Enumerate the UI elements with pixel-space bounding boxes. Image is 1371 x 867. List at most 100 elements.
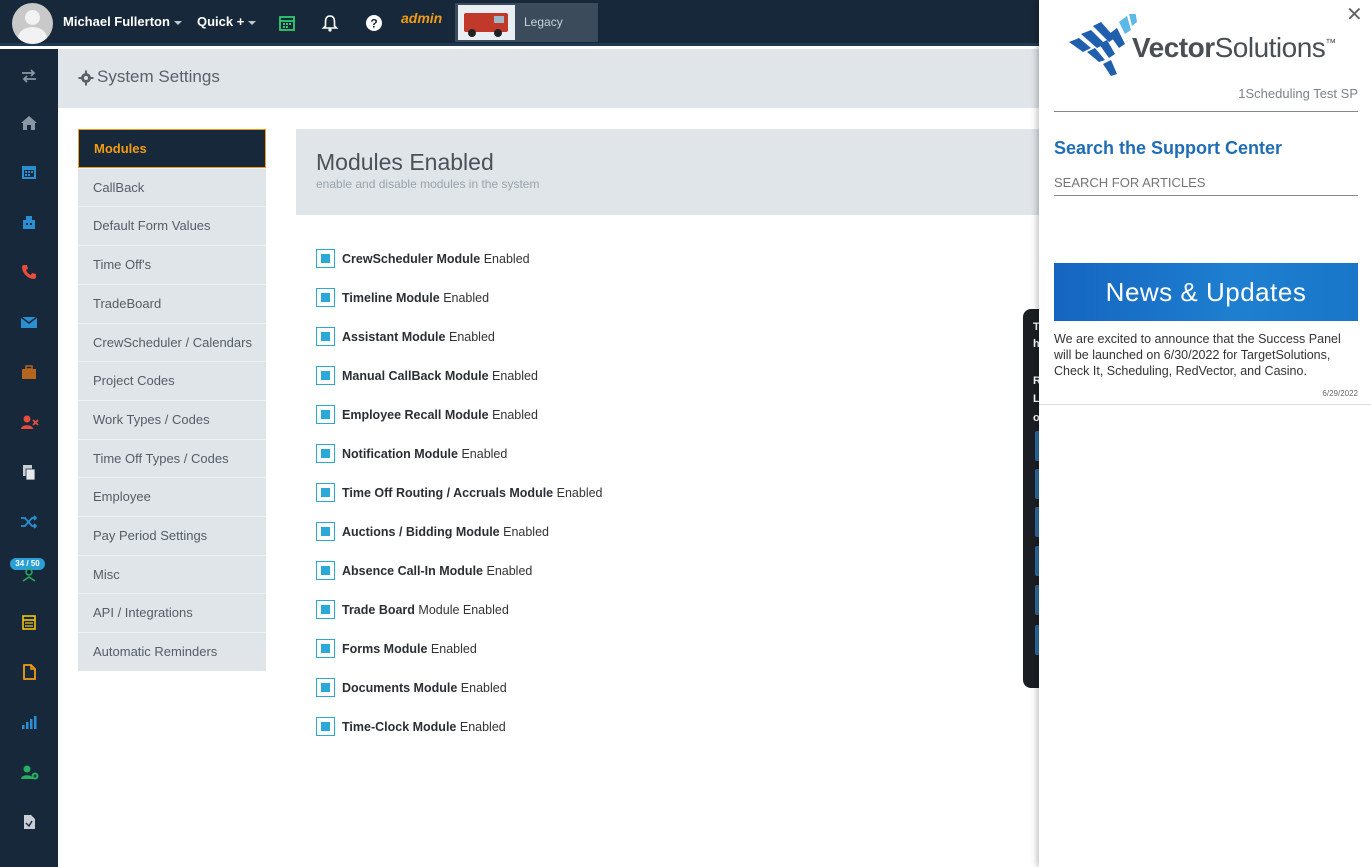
envelope-icon[interactable]: [18, 311, 40, 333]
schedule-icon[interactable]: [18, 611, 40, 633]
quick-add-menu[interactable]: Quick +: [197, 0, 257, 46]
news-body: We are excited to announce that the Succ…: [1054, 332, 1341, 378]
support-panel: ✕ VectorSolutions™ 1Scheduling Test SP S…: [1039, 0, 1371, 867]
admin-link[interactable]: admin: [401, 10, 442, 26]
module-name: Documents Module: [342, 681, 458, 695]
modules-title: Modules Enabled: [316, 149, 494, 175]
documents-icon[interactable]: [18, 461, 40, 483]
nav-item-time-off-s[interactable]: Time Off's: [78, 245, 266, 284]
nav-item-work-types-codes[interactable]: Work Types / Codes: [78, 399, 266, 439]
home-icon[interactable]: [18, 112, 40, 134]
module-name: Trade Board: [342, 603, 415, 617]
module-name: Timeline Module: [342, 291, 440, 305]
news-banner: News & Updates: [1054, 263, 1358, 321]
module-label: Forms Module Enabled: [342, 642, 477, 656]
module-status: Enabled: [459, 720, 506, 734]
divider: [1054, 111, 1358, 112]
nav-item-pay-period-settings[interactable]: Pay Period Settings: [78, 516, 266, 555]
bell-icon[interactable]: [319, 12, 341, 34]
search-articles-input[interactable]: [1054, 170, 1358, 196]
nav-item-project-codes[interactable]: Project Codes: [78, 361, 266, 400]
user-plus-icon[interactable]: [18, 761, 40, 783]
svg-text:?: ?: [370, 17, 377, 31]
site-name: 1Scheduling Test SP: [1238, 86, 1358, 101]
module-name: Manual CallBack Module: [342, 369, 489, 383]
module-label: Absence Call-In Module Enabled: [342, 564, 532, 578]
module-checkbox[interactable]: [316, 522, 335, 541]
nav-item-default-form-values[interactable]: Default Form Values: [78, 206, 266, 245]
support-title: Search the Support Center: [1054, 138, 1283, 158]
phone-icon[interactable]: [18, 261, 40, 283]
module-name: Notification Module: [342, 447, 458, 461]
nav-item-crewscheduler-calendars[interactable]: CrewScheduler / Calendars: [78, 322, 266, 362]
module-checkbox[interactable]: [316, 327, 335, 346]
module-checkbox[interactable]: [316, 483, 335, 502]
module-label: Time-Clock Module Enabled: [342, 720, 506, 734]
org-icon[interactable]: [18, 211, 40, 233]
user-x-icon[interactable]: [18, 411, 40, 433]
account-switcher[interactable]: Legacy Demo: [455, 3, 598, 68]
module-status: Enabled: [448, 330, 495, 344]
module-status: Enabled: [483, 252, 530, 266]
nav-item-employee[interactable]: Employee: [78, 477, 266, 516]
chevron-down-icon: [248, 20, 257, 25]
module-status: Enabled: [492, 369, 538, 383]
module-label: Timeline Module Enabled: [342, 291, 489, 305]
module-status: Enabled: [486, 564, 533, 578]
module-name: Assistant Module: [342, 330, 446, 344]
module-label: Notification Module Enabled: [342, 447, 507, 461]
module-label: Manual CallBack Module Enabled: [342, 369, 538, 383]
people-count-icon[interactable]: [18, 565, 40, 587]
module-status: Enabled: [443, 291, 490, 305]
briefcase-icon[interactable]: [18, 361, 40, 383]
help-icon[interactable]: ?: [363, 12, 385, 34]
module-status: Enabled: [556, 486, 603, 500]
nav-item-misc[interactable]: Misc: [78, 554, 266, 594]
user-name: Michael Fullerton: [63, 14, 170, 29]
nav-item-time-off-types-codes[interactable]: Time Off Types / Codes: [78, 438, 266, 478]
module-checkbox[interactable]: [316, 249, 335, 268]
bar-chart-icon[interactable]: [18, 711, 40, 733]
chevron-down-icon: [173, 20, 182, 25]
calendar-icon[interactable]: [276, 12, 298, 34]
module-checkbox[interactable]: [316, 600, 335, 619]
report-icon[interactable]: [18, 811, 40, 833]
shuffle-icon[interactable]: [18, 511, 40, 533]
module-checkbox[interactable]: [316, 561, 335, 580]
icon-sidebar: 34 / 50: [0, 49, 58, 867]
quick-add-label: Quick +: [197, 14, 245, 29]
module-checkbox[interactable]: [316, 444, 335, 463]
divider: [1039, 404, 1371, 405]
module-checkbox[interactable]: [316, 639, 335, 658]
nav-item-api-integrations[interactable]: API / Integrations: [78, 593, 266, 632]
module-label: Employee Recall Module Enabled: [342, 408, 538, 422]
module-status: Enabled: [430, 642, 477, 656]
nav-item-callback[interactable]: CallBack: [78, 167, 266, 207]
swap-icon[interactable]: [18, 65, 40, 87]
file-icon[interactable]: [18, 661, 40, 683]
settings-nav: Modules CallBack Default Form Values Time O…: [78, 129, 266, 671]
avatar[interactable]: [12, 3, 53, 44]
module-checkbox[interactable]: [316, 678, 335, 697]
user-menu[interactable]: Michael Fullerton: [63, 0, 182, 46]
module-status: Module Enabled: [418, 603, 509, 617]
nav-item-tradeboard[interactable]: TradeBoard: [78, 283, 266, 323]
nav-item-modules[interactable]: Modules: [78, 129, 266, 168]
module-checkbox[interactable]: [316, 288, 335, 307]
module-label: Trade Board Module Enabled: [342, 603, 509, 617]
page-title: System Settings: [97, 67, 220, 86]
module-label: Assistant Module Enabled: [342, 330, 495, 344]
module-status: Enabled: [503, 525, 549, 539]
brand-name: VectorSolutions™: [1132, 32, 1336, 63]
module-label: CrewScheduler Module Enabled: [342, 252, 530, 266]
module-name: Auctions / Bidding Module: [342, 525, 500, 539]
module-checkbox[interactable]: [316, 405, 335, 424]
module-name: Time Off Routing / Accruals Module: [342, 486, 554, 500]
news-date: 6/29/2022: [1322, 389, 1358, 398]
module-checkbox[interactable]: [316, 366, 335, 385]
module-name: Employee Recall Module: [342, 408, 489, 422]
module-checkbox[interactable]: [316, 717, 335, 736]
module-status: Enabled: [492, 408, 538, 422]
calendar-icon[interactable]: [18, 161, 40, 183]
nav-item-automatic-reminders[interactable]: Automatic Reminders: [78, 632, 266, 671]
